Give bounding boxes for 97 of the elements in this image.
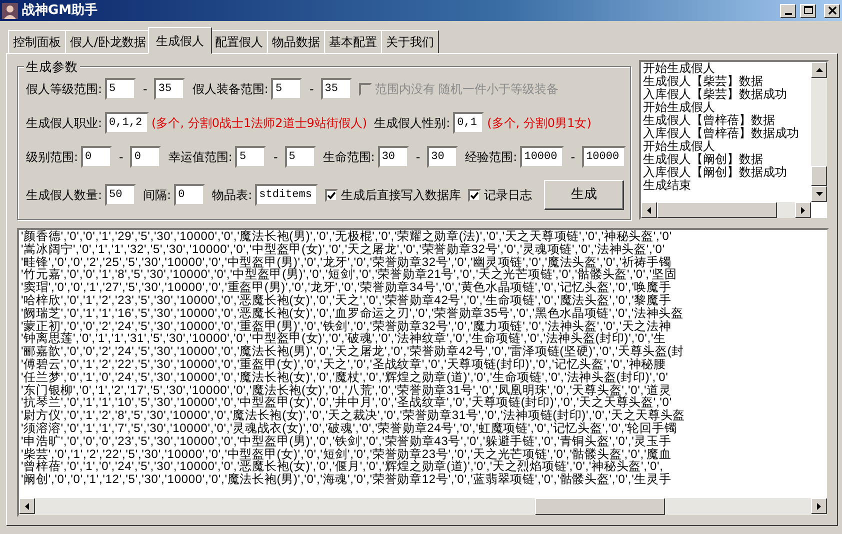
tab[interactable]: 生成假人 xyxy=(148,27,212,54)
output-line: '阚创','0','0','1','12','5','30','10000','0','魔法长袍(男)','0','海魂','0','荣誉勋章12号','0','蓝翡翠项链','0','骷髅头盔','0','生灵手 xyxy=(21,473,672,486)
output-line: '嵩冰阔宁','0','1','1','32','5','30','10000','0','中型盔甲(女)','0','天之屠龙','0','荣誉勋章32号','0','灵魂项链','0','法神头盔','0' xyxy=(21,242,666,256)
input-field[interactable]: 5 xyxy=(271,78,302,100)
scroll-thumb[interactable] xyxy=(657,202,777,218)
range-dash: - xyxy=(119,149,124,166)
input-field[interactable]: 0 xyxy=(130,146,162,168)
field-label: 生命范围: xyxy=(322,149,375,166)
checkbox[interactable]: 生成后直接写入数据库 xyxy=(325,186,462,204)
maximize-button[interactable] xyxy=(800,4,816,18)
input-field[interactable]: 5 xyxy=(105,78,136,100)
range-dash: - xyxy=(273,149,278,166)
scroll-left-icon[interactable] xyxy=(24,502,30,510)
input-field[interactable]: 10000 xyxy=(520,146,564,168)
window-title: 战神GM助手 xyxy=(22,2,98,20)
minimize-icon xyxy=(784,12,792,14)
input-field[interactable]: 30 xyxy=(427,146,458,168)
input-field[interactable]: stditems xyxy=(255,184,318,206)
output-line: '颜香德','0','0','1','29','5','30','10000','0','魔法长袍(男)','0','无极棍','0','荣耀之勋章(法)','0','天之天尊项链','0','神秘头盔','0' xyxy=(21,230,673,243)
output-line: '任兰梦','0','1','0','24','5','30','10000','0','魔法长袍(女)','0','魔杖','0','辉煌之勋章(道)','0','生命项链','0','法神头盔(封印)','0' xyxy=(21,370,670,384)
output-line: '申浩旷','0','0','0','23','5','30','10000','0','中型盔甲(男)','0','铁剑','0','荣誉勋章43号','0','躲避手链','0','青铜头盔','0','灵玉手 xyxy=(21,434,672,448)
field-label: 假人装备范围: xyxy=(192,81,268,98)
output-line: '钟离思莲','0','1','1','31','5','30','10000','0','中型盔甲(女)','0','破魂','0','法神纹章','0','生命项链','0','法神头盔(封印)','0','生 xyxy=(21,332,666,346)
tab[interactable]: 控制面板 xyxy=(8,30,66,54)
input-field[interactable]: 0,1,2 xyxy=(105,112,149,134)
horizontal-scrollbar[interactable] xyxy=(19,498,827,515)
field-label: 物品表: xyxy=(212,187,252,204)
field-label: 经验范围: xyxy=(465,149,518,166)
close-icon xyxy=(826,5,838,16)
horizontal-scrollbar[interactable] xyxy=(641,202,811,218)
output-line: '郦嘉歆','0','0','2','24','5','30','10000','0','魔法长袍(男)','0','天之屠龙','0','荣誉勋章42号','0','雷泽项链(坚硬)','0','天尊头盔(封 xyxy=(21,345,686,358)
output-line: '竹元嘉','0','0','1','8','5','30','10000','0','中型盔甲(男)','0','短剑','0','荣誉勋章21号','0','天之光芒项链','0','骷髅头盔','0','坚固 xyxy=(21,268,678,282)
field-label: 生成假人数量: xyxy=(26,187,102,204)
scroll-thumb[interactable] xyxy=(535,498,665,515)
input-field[interactable]: 30 xyxy=(378,146,409,168)
scroll-thumb[interactable] xyxy=(811,166,827,186)
input-field[interactable]: 0,1 xyxy=(453,112,484,134)
range-dash: - xyxy=(416,149,420,166)
scroll-up-icon[interactable] xyxy=(814,67,824,73)
log-line: 生成假人【阚创】数据 xyxy=(643,153,764,166)
output-line: '傅碧云','0','1','2','22','5','30','10000','0','重盔甲(女)','0','天之','0','圣战纹章','0','天尊项链(封印)','0','记忆头盔','0','神秘腰 xyxy=(21,358,667,371)
hint-text: (多个, 分割0战士1法师2道士9站街假人) xyxy=(152,115,368,132)
field-label: 幸运值范围: xyxy=(168,149,232,166)
output-line: '蒙正初','0','0','2','24','5','30','10000','0','重盔甲(男)','0','铁剑','0','荣誉勋章32号','0','魔力项链','0','法神头盔','0','天之法神 xyxy=(21,320,672,332)
field-label: 生成假人职业: xyxy=(26,115,102,132)
log-line: 生成假人【柴芸】数据 xyxy=(643,75,764,88)
tab[interactable]: 基本配置 xyxy=(324,30,382,54)
output-text-area[interactable] xyxy=(17,228,829,517)
check-icon xyxy=(470,190,480,200)
output-line: '尉方仪','0','1','2','8','5','30','10000','0','魔法长袍(女)','0','天之裁决','0','荣誉勋章31号','0','法神项链(封印)','0','天之天尊头盔 xyxy=(21,409,686,422)
output-line: '须溶溶','0','1','1','7','5','30','10000','0','灵魂战衣(女)','0','破魂','0','荣誉勋章24号','0','虹魔项链','0','记忆头盔','0','轮回手镯 xyxy=(21,422,678,435)
output-line: '窦瑁','0','0','1','27','5','30','10000','0','重盔甲(男)','0','龙牙','0','荣誉勋章34号','0','黄色水晶项链','0','记忆头盔','0','唤魔手 xyxy=(21,281,672,294)
input-field[interactable]: 5 xyxy=(284,146,316,168)
log-line: 入库假人【曾梓蓓】数据成功 xyxy=(643,127,800,140)
output-line: '畦锋','0','0','2','25','5','30','10000','0','中型盔甲(男)','0','龙牙','0','荣誉勋章32号','0','幽灵项链','0','魔法头盔','0','祈祷手镯 xyxy=(21,256,672,268)
input-field[interactable]: 35 xyxy=(154,78,186,100)
scroll-right-icon[interactable] xyxy=(800,206,806,214)
scroll-right-icon[interactable] xyxy=(816,502,822,510)
output-line: '抗琴兰','0','1','1','10','5','30','10000','0','中型盔甲(女)','0','井中月','0','圣战纹章','0','天尊项链(封印)','0','天之天尊头盔','0' xyxy=(21,396,672,410)
field-label: 级别范围: xyxy=(26,149,78,166)
scroll-down-icon[interactable] xyxy=(814,191,824,197)
maximize-icon xyxy=(802,5,814,16)
close-button[interactable] xyxy=(824,4,840,18)
log-line: 开始生成假人 xyxy=(643,62,716,75)
app-icon xyxy=(2,2,18,18)
output-line: '阙瑞芝','0','1','1','16','5','30','10000','0','恶魔长袍(女)','0','血罗命运之刃','0','荣誉勋章35号','0','黑色水晶项链','0','法神头盔 xyxy=(21,306,684,320)
tab[interactable]: 物品数据 xyxy=(267,30,326,54)
generate-button[interactable]: 生成 xyxy=(544,180,624,210)
hint-text: (多个, 分割0男1女) xyxy=(487,115,592,132)
log-line: 生成结束 xyxy=(643,179,692,192)
log-line: 入库假人【柴芸】数据成功 xyxy=(643,88,788,101)
field-label: 生成假人性别: xyxy=(374,115,450,132)
tab[interactable]: 关于我们 xyxy=(381,30,440,54)
input-field[interactable]: 5 xyxy=(235,146,266,168)
scroll-left-icon[interactable] xyxy=(646,206,652,214)
input-field[interactable]: 50 xyxy=(105,184,136,206)
vertical-scrollbar[interactable] xyxy=(811,62,827,202)
check-icon xyxy=(327,190,336,200)
field-label: 假人等级范围: xyxy=(26,81,102,98)
checkbox[interactable]: 记录日志 xyxy=(468,186,532,204)
minimize-button[interactable] xyxy=(780,4,796,18)
input-field[interactable]: 0 xyxy=(174,184,206,206)
range-dash: - xyxy=(309,81,314,98)
log-line: 生成假人【曾梓蓓】数据 xyxy=(643,114,776,127)
log-line: 开始生成假人 xyxy=(643,140,716,153)
input-field[interactable]: 10000 xyxy=(582,146,626,168)
input-field[interactable]: 0 xyxy=(81,146,112,168)
output-line: '东门银柳','0','1','2','17','5','30','10000','0','魔法长袍(女)','0','八荒','0','荣誉勋章31号','0','凤凰明珠','0','天尊头盔','0','道灵 xyxy=(21,384,672,396)
field-label: 间隔: xyxy=(143,187,172,204)
log-line: 入库假人【阚创】数据成功 xyxy=(643,166,788,179)
input-field[interactable]: 35 xyxy=(320,78,352,100)
range-dash: - xyxy=(570,149,576,166)
output-line: '柴芸','0','1','2','22','5','30','10000','0','中型盔甲(女)','0','短剑','0','荣誉勋章23号','0','天之光芒项链','0','骷髅头盔','0','魔血 xyxy=(21,448,672,460)
log-line: 开始生成假人 xyxy=(643,101,716,114)
output-line: '哈梓欣','0','1','2','23','5','30','10000','0','恶魔长袍(女)','0','天之','0','荣誉勋章42号','0','生命项链','0','魔法头盔','0','黎魔手 xyxy=(21,294,672,307)
range-dash: - xyxy=(143,81,148,98)
output-line: '曾梓蓓','0','1','0','24','5','30','10000','0','恶魔长袍(女)','0','偃月','0','辉煌之勋章(道)','0','天之烈焰项链','0','神秘头盔','0', xyxy=(21,460,664,474)
